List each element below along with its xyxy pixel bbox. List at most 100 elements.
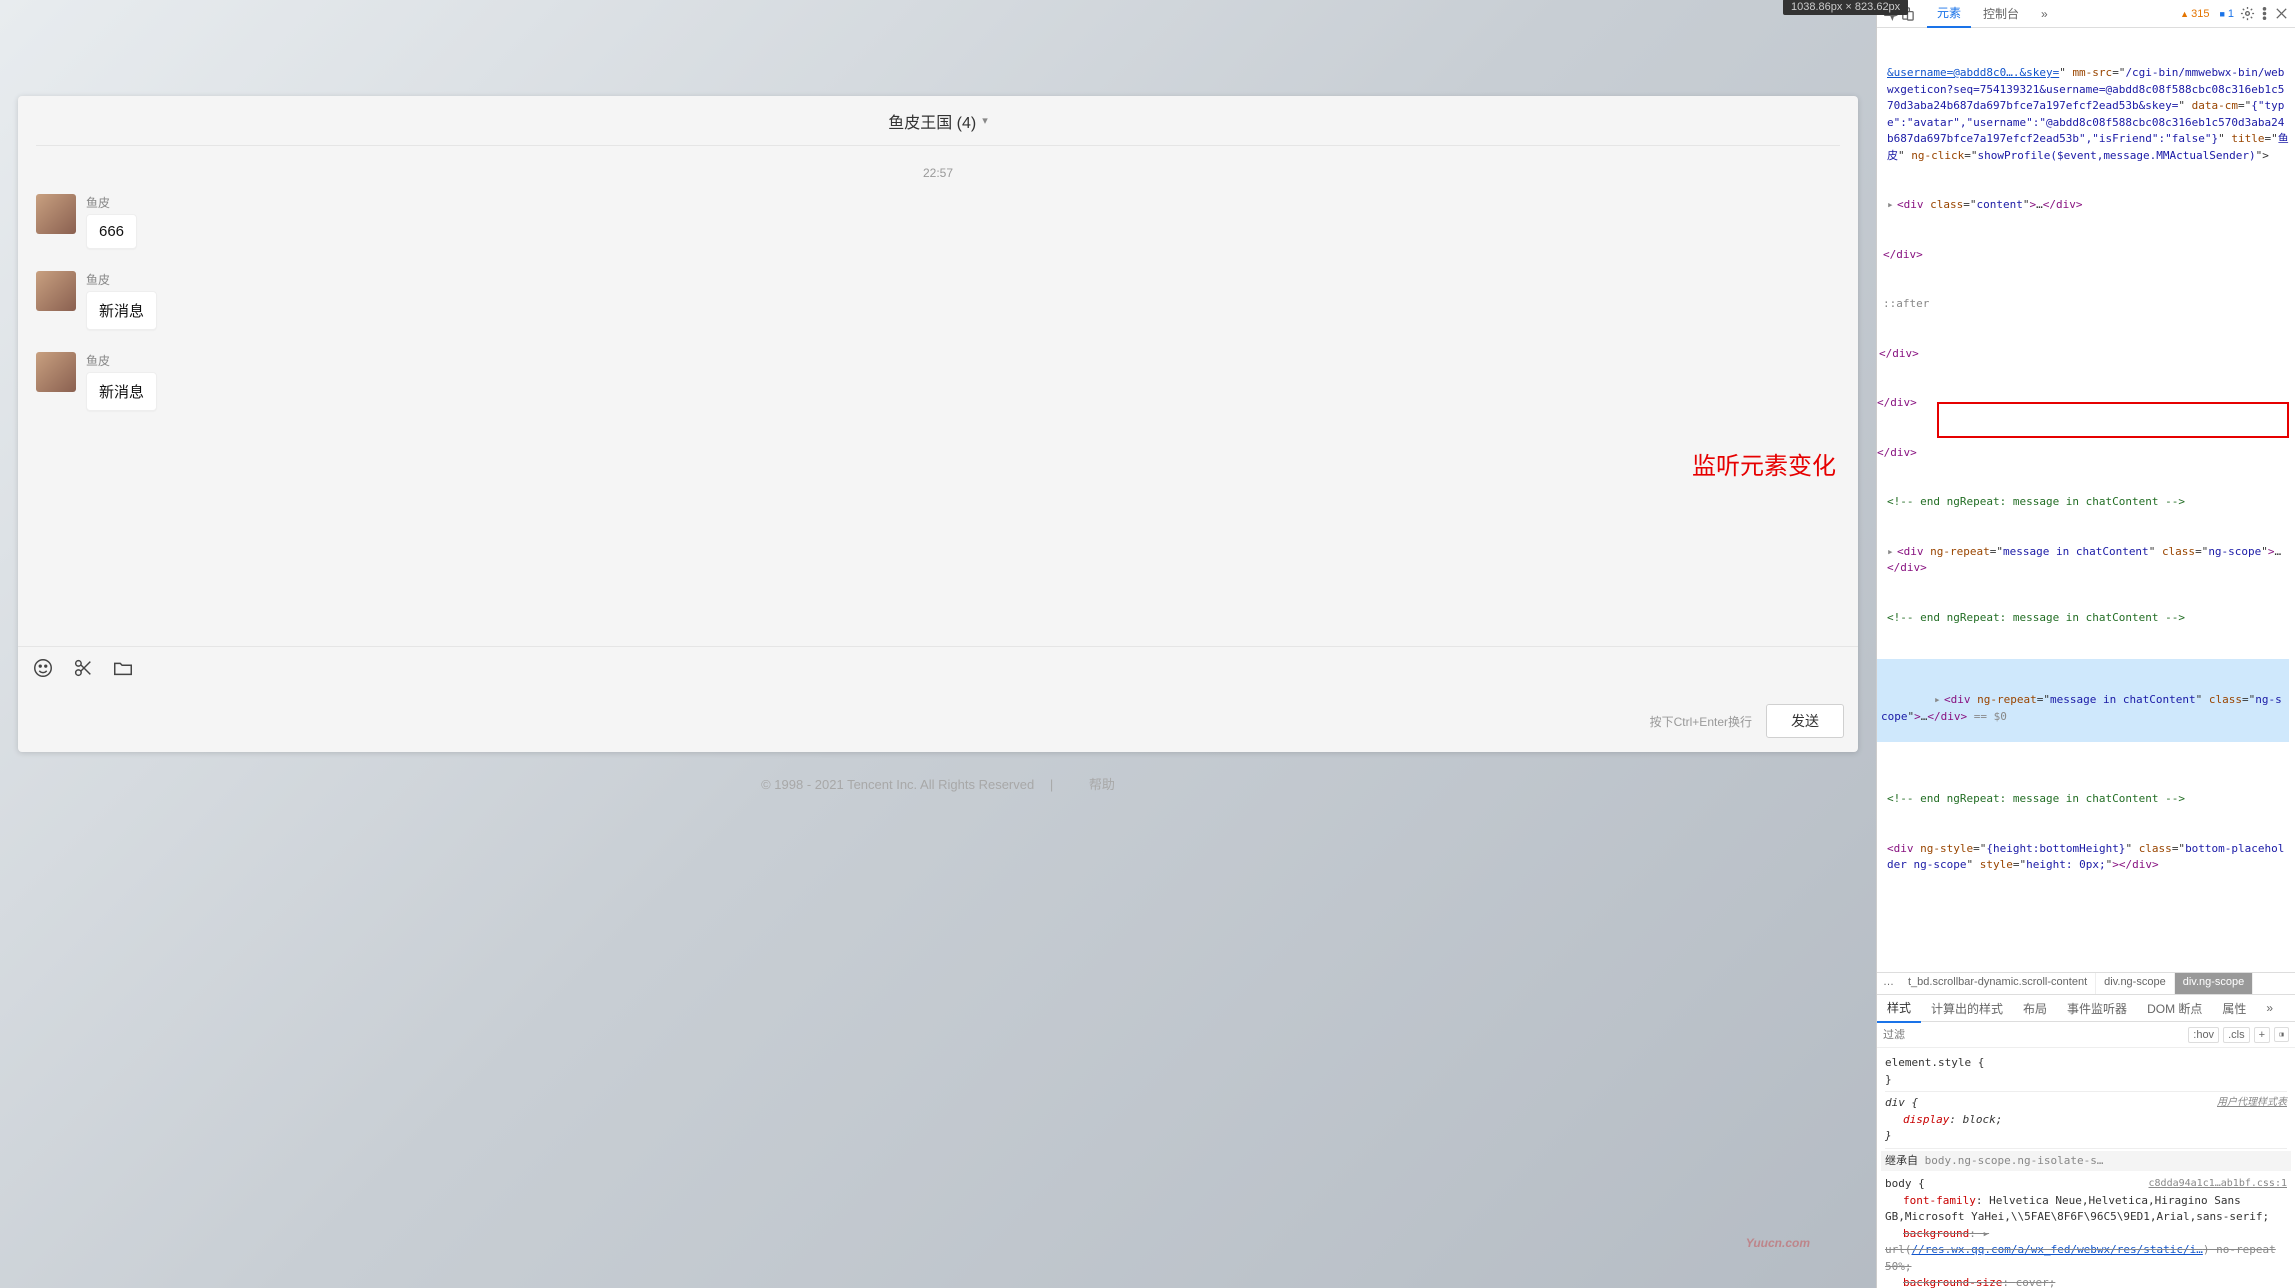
styles-pane[interactable]: element.style {} 用户代理样式表 div { display: …: [1877, 1048, 2295, 1288]
chat-body: 22:57 鱼皮 666 鱼皮 新消息: [18, 146, 1858, 646]
footer: © 1998 - 2021 Tencent Inc. All Rights Re…: [0, 774, 1876, 793]
nickname: 鱼皮: [86, 352, 157, 369]
selector: element.style {: [1885, 1056, 1984, 1069]
value: block: [1963, 1113, 1996, 1126]
selector: body {: [1885, 1177, 1925, 1190]
comment: <!-- end ngRepeat: message in chatConten…: [1887, 611, 2185, 624]
avatar[interactable]: [36, 194, 76, 234]
attr-value: height: 0px;: [2026, 858, 2105, 871]
expand-icon[interactable]: ▸: [1934, 692, 1944, 709]
nickname: 鱼皮: [86, 271, 157, 288]
devtools-toolbar: 元素 控制台 » 315 1: [1877, 0, 2295, 28]
message-bubble[interactable]: 新消息: [86, 372, 157, 411]
elements-tree[interactable]: &username=@abdd8c0….&skey=" mm-src="/cgi…: [1877, 28, 2295, 972]
tab-more[interactable]: »: [2031, 2, 2058, 26]
chat-pane: 鱼皮王国 (4) ▾ 22:57 鱼皮 666 鱼皮 新消息: [0, 0, 1876, 1288]
prop: background: [1903, 1227, 1969, 1240]
pseudo: ::after: [1883, 297, 1929, 310]
help-link[interactable]: 帮助: [1089, 777, 1115, 792]
chevron-down-icon[interactable]: ▾: [982, 114, 988, 127]
warnings-badge[interactable]: 315: [2176, 7, 2213, 21]
tab-elements[interactable]: 元素: [1927, 0, 1971, 28]
devtools-panel: 1038.86px × 823.62px 元素 控制台 » 315 1 &use…: [1876, 0, 2295, 1288]
message-col: 鱼皮 新消息: [86, 271, 157, 330]
attr-value: ng-scope: [2208, 545, 2261, 558]
attr: data-cm: [2192, 99, 2238, 112]
tab-more[interactable]: »: [2256, 996, 2283, 1020]
url[interactable]: //res.wx.qq.com/a/wx_fed/webwx/res/stati…: [1912, 1243, 2203, 1256]
message-bubble[interactable]: 666: [86, 214, 137, 249]
comment: <!-- end ngRepeat: message in chatConten…: [1887, 792, 2185, 805]
scissors-icon[interactable]: [72, 657, 94, 684]
attr-value: message in chatContent: [2003, 545, 2149, 558]
tab-properties[interactable]: 属性: [2212, 995, 2256, 1022]
message-row: 鱼皮 666: [36, 194, 1840, 249]
attr: mm-src: [2072, 66, 2112, 79]
separator: |: [1050, 777, 1053, 792]
watermark: Yuucn.com: [1746, 1236, 1810, 1250]
tab-listeners[interactable]: 事件监听器: [2057, 995, 2137, 1022]
tab-console[interactable]: 控制台: [1973, 0, 2029, 27]
avatar[interactable]: [36, 352, 76, 392]
chat-header[interactable]: 鱼皮王国 (4) ▾: [36, 96, 1840, 146]
hov-button[interactable]: :hov: [2188, 1027, 2219, 1043]
crumb-active[interactable]: div.ng-scope: [2175, 973, 2254, 994]
app-root: 鱼皮王国 (4) ▾ 22:57 鱼皮 666 鱼皮 新消息: [0, 0, 2295, 1288]
selected-indicator: == $0: [1974, 710, 2007, 723]
link-text[interactable]: &username=@abdd8c0….&skey=: [1887, 66, 2059, 79]
inherit-selector: body.ng-scope.ng-isolate-s…: [1925, 1154, 2104, 1167]
crumb-dots[interactable]: …: [1877, 973, 1900, 994]
prop: display: [1903, 1113, 1949, 1126]
tab-layout[interactable]: 布局: [2013, 995, 2057, 1022]
folder-icon[interactable]: [112, 657, 134, 684]
selected-element[interactable]: ⋯ ▸<div ng-repeat="message in chatConten…: [1877, 659, 2289, 742]
prop: font-family: [1903, 1194, 1976, 1207]
annotation-box: [1937, 402, 2289, 438]
value: url(: [1885, 1243, 1912, 1256]
dimension-tooltip: 1038.86px × 823.62px: [1783, 0, 1908, 15]
close-icon[interactable]: [2274, 6, 2289, 21]
emoji-icon[interactable]: [32, 657, 54, 684]
attr: ng-style: [1920, 842, 1973, 855]
cls-button[interactable]: .cls: [2223, 1027, 2250, 1043]
tab-computed[interactable]: 计算出的样式: [1921, 995, 2013, 1022]
message-col: 鱼皮 新消息: [86, 352, 157, 411]
nickname: 鱼皮: [86, 194, 137, 211]
send-button[interactable]: 发送: [1766, 704, 1844, 738]
attr: ng-repeat: [1977, 693, 2037, 706]
chat-title: 鱼皮王国 (4): [888, 109, 976, 133]
expand-icon[interactable]: ▸: [1887, 544, 1897, 561]
crumb[interactable]: div.ng-scope: [2096, 973, 2175, 994]
input-toolbar: [18, 646, 1858, 694]
message-bubble[interactable]: 新消息: [86, 291, 157, 330]
chat-window: 鱼皮王国 (4) ▾ 22:57 鱼皮 666 鱼皮 新消息: [18, 96, 1858, 752]
source-link: 用户代理样式表: [2217, 1095, 2287, 1110]
source-link[interactable]: c8dda94a1c1…ab1bf.css:1: [2149, 1176, 2287, 1191]
tab-styles[interactable]: 样式: [1877, 994, 1921, 1023]
avatar[interactable]: [36, 271, 76, 311]
filter-input[interactable]: [1883, 1029, 2188, 1041]
styles-tabs: 样式 计算出的样式 布局 事件监听器 DOM 断点 属性 »: [1877, 994, 2295, 1022]
expand-icon[interactable]: ▸: [1887, 197, 1897, 214]
timestamp: 22:57: [36, 166, 1840, 180]
attr: title: [2231, 132, 2264, 145]
gear-icon[interactable]: [2240, 6, 2255, 21]
comment: <!-- end ngRepeat: message in chatConten…: [1887, 495, 2185, 508]
attr-value: message in chatContent: [2050, 693, 2196, 706]
crumb[interactable]: t_bd.scrollbar-dynamic.scroll-content: [1900, 973, 2096, 994]
inherit-label: 继承自: [1885, 1154, 1925, 1167]
send-row: 按下Ctrl+Enter换行 发送: [18, 694, 1858, 752]
tab-dom-breakpoints[interactable]: DOM 断点: [2137, 995, 2212, 1022]
attr: ng-click: [1911, 149, 1964, 162]
info-badge[interactable]: 1: [2215, 7, 2238, 21]
attr-value: {height:bottomHeight}: [1986, 842, 2125, 855]
filter-buttons: :hov .cls +: [2188, 1027, 2289, 1043]
inherit-section: 继承自 body.ng-scope.ng-isolate-s…: [1881, 1151, 2291, 1172]
add-rule-button[interactable]: +: [2254, 1027, 2270, 1043]
breadcrumbs[interactable]: … t_bd.scrollbar-dynamic.scroll-content …: [1877, 972, 2295, 994]
value: cover: [2016, 1276, 2049, 1288]
kebab-icon[interactable]: [2257, 6, 2272, 21]
toggle-sidebar-icon[interactable]: [2274, 1027, 2289, 1042]
message-col: 鱼皮 666: [86, 194, 137, 249]
message-row: 鱼皮 新消息: [36, 271, 1840, 330]
